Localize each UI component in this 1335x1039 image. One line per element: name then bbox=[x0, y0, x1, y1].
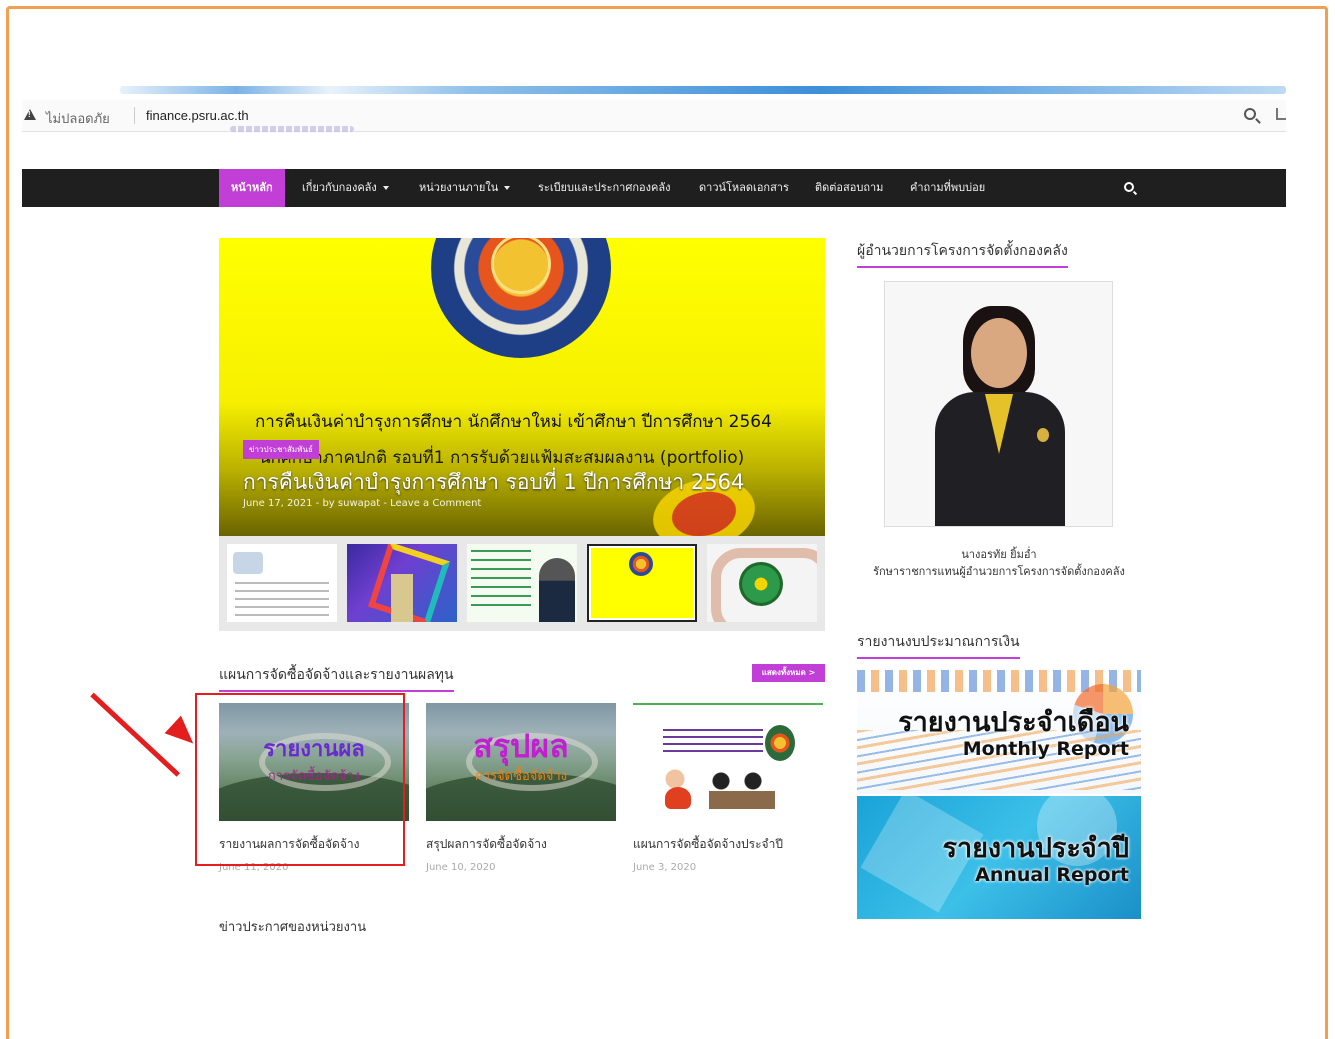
plan-banner-text bbox=[663, 729, 763, 753]
nav-item-home[interactable]: หน้าหลัก bbox=[219, 169, 285, 207]
card-title-procurement-plan[interactable]: แผนการจัดซื้อจัดจ้างประจำปี bbox=[633, 835, 783, 854]
chevron-down-icon bbox=[382, 186, 389, 190]
nav-item-label: คำถามที่พบบ่อย bbox=[910, 181, 986, 194]
monthly-report-title: รายงานประจำเดือน bbox=[898, 707, 1129, 738]
card-image-procurement-summary[interactable]: สรุปผล การจัดซื้อจัดจ้าง bbox=[426, 703, 616, 821]
search-icon[interactable] bbox=[1124, 182, 1134, 192]
annual-report-banner[interactable]: รายงานประจำปี Annual Report bbox=[857, 796, 1141, 919]
university-seal-logo bbox=[431, 238, 611, 358]
nav-item-faq[interactable]: คำถามที่พบบ่อย bbox=[898, 169, 997, 207]
annual-report-title: รายงานประจำปี bbox=[942, 833, 1129, 864]
section-heading-procurement: แผนการจัดซื้อจัดจ้างและรายงานผลทุน bbox=[219, 664, 454, 692]
nav-item-label: หน้าหลัก bbox=[231, 181, 273, 194]
director-photo bbox=[884, 281, 1113, 527]
director-name: นางอรทัย ยิ้มอ่ำ bbox=[961, 548, 1037, 561]
thumbnail-announcement[interactable] bbox=[227, 544, 337, 622]
director-role: รักษาราชการแทนผู้อำนวยการโครงการจัดตั้งก… bbox=[873, 565, 1125, 578]
nav-item-label: ดาวน์โหลดเอกสาร bbox=[699, 181, 789, 194]
nav-item-label: หน่วยงานภายใน bbox=[419, 181, 499, 194]
card-title-procurement-summary[interactable]: สรุปผลการจัดซื้อจัดจ้าง bbox=[426, 835, 547, 854]
zoom-icon[interactable] bbox=[1244, 108, 1256, 120]
address-divider bbox=[134, 107, 135, 124]
url-text[interactable]: finance.psru.ac.th bbox=[146, 108, 249, 123]
thumbnail-refund-notice[interactable] bbox=[587, 544, 697, 622]
card-image-procurement-plan[interactable] bbox=[633, 703, 823, 821]
monthly-report-subtitle: Monthly Report bbox=[962, 738, 1129, 760]
university-seal-logo bbox=[765, 725, 795, 761]
card-banner-title: รายงานผล bbox=[263, 737, 365, 762]
desk-illustration bbox=[709, 791, 775, 809]
card-date: June 10, 2020 bbox=[426, 862, 496, 873]
address-bar[interactable]: ไม่ปลอดภัย finance.psru.ac.th bbox=[22, 100, 1286, 132]
nav-item-label: ระเบียบและประกาศกองคลัง bbox=[538, 181, 671, 194]
slide-thumbnails bbox=[219, 536, 825, 631]
section-heading-director: ผู้อำนวยการโครงการจัดตั้งกองคลัง bbox=[857, 240, 1068, 268]
chevron-down-icon bbox=[504, 186, 511, 190]
thumbnail-award-ceremony[interactable] bbox=[347, 544, 457, 622]
boy-illustration bbox=[665, 787, 691, 809]
nav-item-regulations[interactable]: ระเบียบและประกาศกองคลัง bbox=[526, 169, 682, 207]
card-banner-subtitle: การจัดซื้อจัดจ้าง bbox=[474, 769, 568, 784]
thumbnail-covid-graphic[interactable] bbox=[707, 544, 817, 622]
section-heading-news: ข่าวประกาศของหน่วยงาน bbox=[219, 920, 367, 935]
hero-slide[interactable]: การคืนเงินค่าบำรุงการศึกษา นักศึกษาใหม่ … bbox=[219, 238, 825, 536]
category-badge[interactable]: ข่าวประชาสัมพันธ์ bbox=[243, 440, 319, 459]
hero-meta: June 17, 2021 - by suwapat - Leave a Com… bbox=[243, 498, 482, 509]
share-icon[interactable] bbox=[1276, 108, 1286, 120]
section-heading-financial-reports: รายงานงบประมาณการเงิน bbox=[857, 631, 1020, 659]
security-label[interactable]: ไม่ปลอดภัย bbox=[46, 108, 110, 129]
nav-item-label: เกี่ยวกับกองคลัง bbox=[302, 181, 377, 194]
warning-icon bbox=[24, 109, 36, 120]
nav-item-label: ติดต่อสอบถาม bbox=[815, 181, 884, 194]
nav-item-about[interactable]: เกี่ยวกับกองคลัง bbox=[290, 169, 401, 207]
main-nav: หน้าหลัก เกี่ยวกับกองคลัง หน่วยงานภายใน … bbox=[22, 169, 1286, 207]
hero-title[interactable]: การคืนเงินค่าบำรุงการศึกษา รอบที่ 1 ปีกา… bbox=[243, 466, 744, 499]
thumbnail-notice-portrait[interactable] bbox=[467, 544, 577, 622]
hero-announcement-line: การคืนเงินค่าบำรุงการศึกษา นักศึกษาใหม่ … bbox=[255, 412, 772, 432]
nav-item-contact[interactable]: ติดต่อสอบถาม bbox=[803, 169, 895, 207]
view-all-button[interactable]: แสดงทั้งหมด > bbox=[752, 664, 825, 682]
nav-item-downloads[interactable]: ดาวน์โหลดเอกสาร bbox=[687, 169, 801, 207]
card-date: June 3, 2020 bbox=[633, 862, 697, 873]
annual-report-subtitle: Annual Report bbox=[975, 864, 1129, 886]
card-banner-subtitle: การจัดซื้อจัดจ้าง bbox=[267, 769, 361, 784]
faded-url-text bbox=[230, 126, 354, 132]
monthly-report-banner[interactable]: รายงานประจำเดือน Monthly Report bbox=[857, 670, 1141, 794]
page-loading-bar bbox=[120, 86, 1286, 94]
nav-item-units[interactable]: หน่วยงานภายใน bbox=[407, 169, 522, 207]
